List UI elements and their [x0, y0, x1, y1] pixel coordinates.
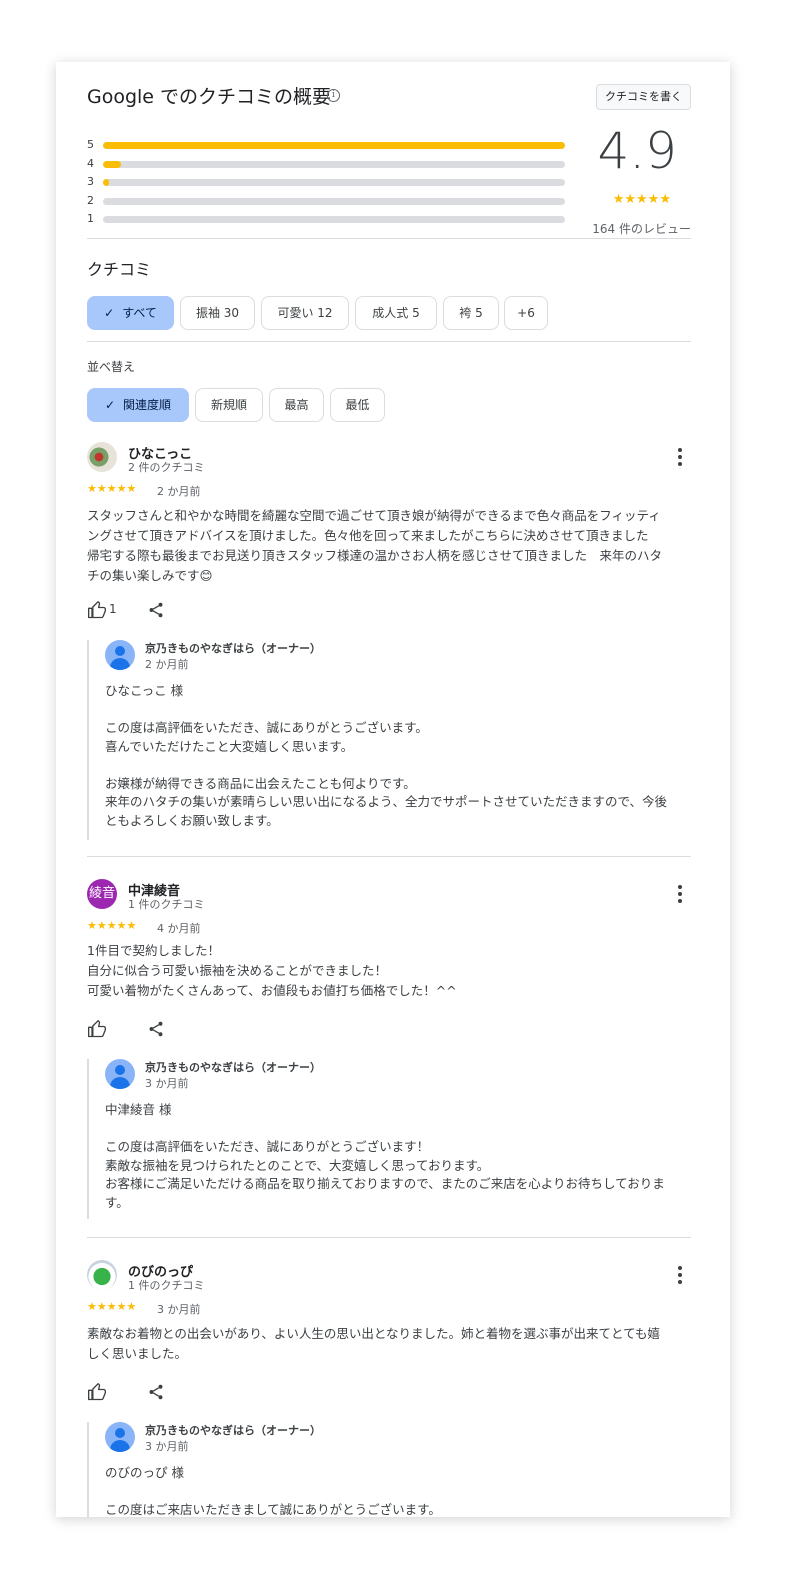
share-icon[interactable]: [147, 1382, 165, 1402]
owner-reply: 京乃きものやなぎはら（オーナー） 2 か月前 ひなこっこ 様 この度は高評価をい…: [87, 640, 691, 840]
rating-bar-fill: [103, 142, 565, 149]
chip-seijinshiki[interactable]: 成人式 5: [355, 296, 437, 330]
review-date: 3 か月前: [157, 1303, 201, 1316]
review-actions: [87, 1382, 207, 1404]
review-actions: [87, 1019, 207, 1041]
reply-text: ひなこっこ 様 この度は高評価をいただき、誠にありがとうございます。 喜んでいた…: [105, 683, 668, 828]
share-icon[interactable]: [147, 600, 165, 620]
rating-label: 2: [87, 193, 94, 207]
average-stars: ★★★★★: [612, 192, 671, 207]
rating-bar-fill: [103, 160, 122, 168]
chip-hakama[interactable]: 袴 5: [443, 296, 499, 330]
reply-text: 中津綾音 様 この度は高評価をいただき、誠にありがとうございます！ 素敵な振袖を…: [105, 1102, 665, 1210]
rating-bar: [103, 160, 565, 168]
write-review-button[interactable]: クチコミを書く: [596, 84, 691, 110]
review-item: のびのっぴ 1 件のクチコミ ★★★★★ 3 か月前 素敵なお着物との出会いがあ…: [87, 1260, 691, 1517]
owner-reply: 京乃きものやなぎはら（オーナー） 3 か月前 中津綾音 様 この度は高評価をいた…: [87, 1059, 691, 1219]
account-icon: [105, 640, 135, 670]
review-text: スタッフさんと和やかな時間を綺麗な空間で過ごせて頂き娘が納得ができるまで色々商品…: [87, 508, 663, 583]
filter-chips: ✓ すべて 振袖 30 可愛い 12 成人式 5 袴 5 +6: [87, 296, 691, 330]
review-date: 2 か月前: [157, 485, 201, 498]
chip-all[interactable]: ✓ すべて: [87, 296, 174, 330]
owner-name: 京乃きものやなぎはら（オーナー）: [145, 1061, 321, 1074]
rating-bar-fill: [103, 179, 109, 186]
rating-label: 5: [87, 138, 94, 151]
thumb-up-icon[interactable]: [87, 600, 107, 620]
review-date: 4 か月前: [157, 922, 201, 935]
review-stars: ★★★★★: [87, 1300, 137, 1313]
owner-name: 京乃きものやなぎはら（オーナー）: [145, 642, 321, 655]
review-item: ひなこっこ 2 件のクチコミ ★★★★★ 2 か月前 スタッフさんと和やかな時間…: [87, 442, 691, 842]
sort-lowest[interactable]: 最低: [330, 388, 385, 422]
sort-label: 並べ替え: [87, 360, 136, 374]
reply-date: 3 か月前: [145, 1077, 189, 1090]
review-item: 綾音 中津綾音 1 件のクチコミ ★★★★★ 4 か月前 1件目で契約しました！…: [87, 879, 691, 1219]
rating-bar: [103, 216, 565, 223]
review-stars: ★★★★★: [87, 919, 137, 932]
more-vert-icon[interactable]: [677, 448, 683, 466]
page-title: Google でのクチコミの概要: [87, 86, 332, 108]
account-icon: [105, 1059, 135, 1089]
account-icon: [105, 1422, 135, 1452]
rating-label: 4: [87, 156, 94, 170]
sort-relevance[interactable]: ✓ 関連度順: [87, 388, 189, 422]
reviews-header: Google でのクチコミの概要 i クチコミを書く: [87, 84, 691, 114]
reply-date: 2 か月前: [145, 658, 189, 671]
divider: [87, 238, 691, 239]
chip-more[interactable]: +6: [504, 296, 548, 330]
review-actions: 1: [87, 600, 207, 622]
reviewer-meta: 1 件のクチコミ: [128, 1279, 205, 1292]
rating-label: 3: [87, 175, 94, 188]
chip-label: 関連度順: [123, 398, 172, 412]
rating-row-3[interactable]: 3: [87, 175, 567, 189]
rating-bar: [103, 142, 565, 149]
reviewer-meta: 1 件のクチコミ: [128, 898, 205, 911]
owner-reply: 京乃きものやなぎはら（オーナー） 3 か月前 のびのっぴ 様 この度はご来店いた…: [87, 1422, 691, 1517]
info-icon[interactable]: i: [327, 89, 340, 102]
divider: [87, 856, 691, 857]
reply-text: のびのっぴ 様 この度はご来店いただきまして誠にありがとうございます。: [105, 1465, 441, 1517]
avatar[interactable]: [87, 442, 117, 472]
reviewer-meta: 2 件のクチコミ: [128, 461, 205, 474]
sort-highest[interactable]: 最高: [269, 388, 324, 422]
avatar[interactable]: [87, 1260, 117, 1290]
sort-chips: ✓ 関連度順 新規順 最高 最低: [87, 388, 691, 422]
owner-name: 京乃きものやなぎはら（オーナー）: [145, 1424, 321, 1437]
rating-row-1[interactable]: 1: [87, 212, 567, 226]
divider: [87, 341, 691, 342]
review-text: 1件目で契約しました！ 自分に似合う可愛い振袖を決めることができました！ 可愛い…: [87, 943, 457, 998]
rating-row-2[interactable]: 2: [87, 194, 567, 208]
reply-date: 3 か月前: [145, 1440, 189, 1453]
rating-bar: [103, 197, 565, 205]
average-score: 4.9: [597, 122, 677, 180]
chip-furisode[interactable]: 振袖 30: [180, 296, 255, 330]
chip-kawaii[interactable]: 可愛い 12: [261, 296, 349, 330]
more-vert-icon[interactable]: [677, 885, 683, 903]
reviews-section-label: クチコミ: [87, 260, 152, 279]
check-icon: ✓: [104, 306, 115, 320]
avatar[interactable]: 綾音: [87, 879, 117, 909]
like-count: 1: [109, 602, 117, 616]
share-icon[interactable]: [147, 1019, 165, 1039]
rating-row-4[interactable]: 4: [87, 157, 567, 171]
more-vert-icon[interactable]: [677, 1266, 683, 1284]
chip-label: すべて: [122, 306, 157, 320]
rating-row-5[interactable]: 5: [87, 138, 567, 152]
review-text: 素敵なお着物との出会いがあり、よい人生の思い出となりました。姉と着物を選ぶ事が出…: [87, 1326, 661, 1361]
rating-summary: 5 4 3 2 1 4.9 ★★★★★ 164 件のレビュー: [87, 122, 691, 237]
review-count[interactable]: 164 件のレビュー: [592, 220, 691, 237]
reviews-panel: Google でのクチコミの概要 i クチコミを書く 5 4 3 2 1 4.9…: [56, 62, 730, 1517]
rating-bar: [103, 179, 565, 186]
thumb-up-icon[interactable]: [87, 1019, 107, 1039]
divider: [87, 1237, 691, 1238]
sort-newest[interactable]: 新規順: [195, 388, 263, 422]
review-stars: ★★★★★: [87, 482, 137, 495]
rating-label: 1: [87, 212, 94, 225]
thumb-up-icon[interactable]: [87, 1382, 107, 1402]
check-icon: ✓: [104, 398, 116, 412]
